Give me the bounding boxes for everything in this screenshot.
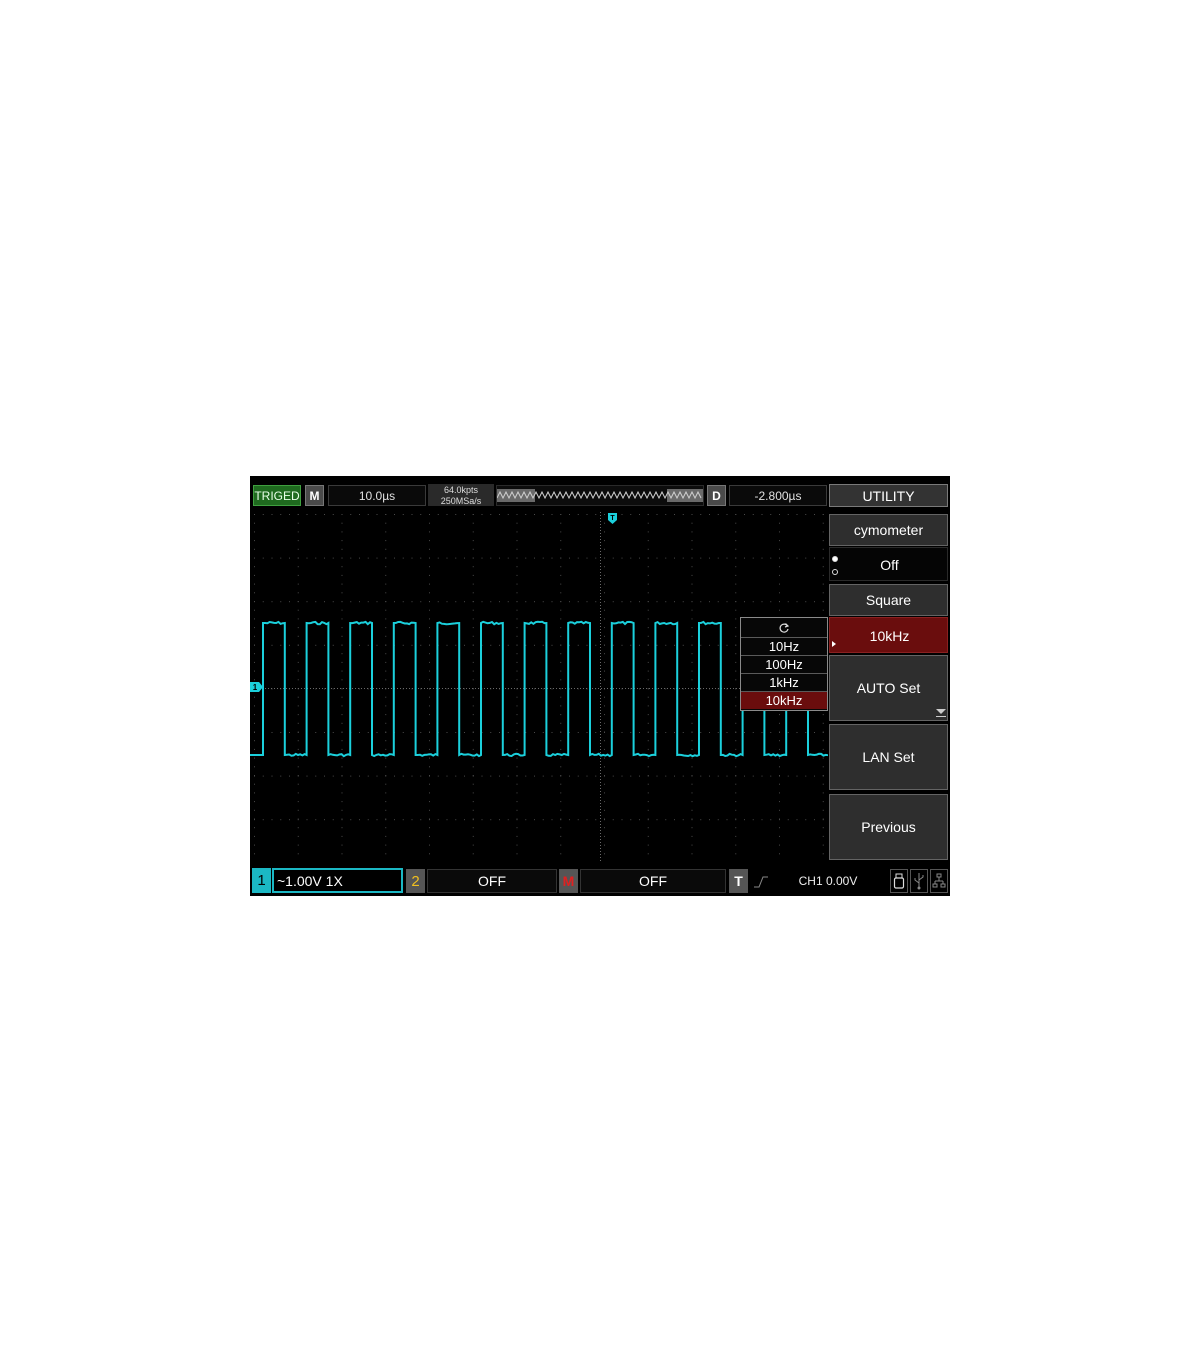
memory-overview-bar[interactable] — [496, 485, 704, 506]
math-button[interactable]: M — [559, 869, 578, 893]
rising-edge-icon — [754, 876, 768, 888]
menu-title: UTILITY — [829, 484, 948, 507]
channel-1-scale[interactable]: ~1.00V 1X — [272, 868, 403, 893]
dropdown-option-10hz[interactable]: 10Hz — [741, 637, 827, 655]
cymometer-value: Off — [880, 557, 899, 573]
lan-icon — [930, 869, 948, 893]
timebase-readout[interactable]: 10.0µs — [328, 485, 426, 506]
trigger-delay-readout[interactable]: -2.800µs — [729, 485, 827, 506]
previous-button[interactable]: Previous — [829, 794, 948, 860]
refresh-icon[interactable] — [741, 618, 827, 637]
channel-1-button[interactable]: 1 — [252, 868, 271, 893]
trigger-status-badge: TRIGED — [253, 485, 301, 506]
lan-set-button[interactable]: LAN Set — [829, 724, 948, 790]
math-value[interactable]: OFF — [580, 869, 726, 893]
overview-wave-icon — [497, 489, 703, 502]
auto-set-label: AUTO Set — [856, 680, 921, 696]
cymometer-value-button[interactable]: Off — [829, 547, 948, 581]
acquisition-mode-badge: M — [305, 485, 324, 506]
svg-text:T: T — [610, 515, 615, 522]
delay-badge: D — [707, 485, 726, 506]
trigger-level-readout[interactable]: CH1 0.00V — [770, 869, 886, 893]
dropdown-option-10khz[interactable]: 10kHz — [741, 691, 827, 709]
usb-icon — [910, 869, 928, 893]
memory-depth-readout: 64.0kpts — [428, 484, 494, 495]
trigger-position-marker[interactable]: T — [608, 513, 617, 524]
page-down-icon — [936, 709, 946, 714]
trigger-button[interactable]: T — [729, 869, 748, 893]
channel-2-button[interactable]: 2 — [406, 869, 425, 893]
wave-type-button[interactable]: Square — [829, 584, 948, 616]
graticule-grid — [254, 514, 824, 855]
oscilloscope-screen: TRIGED M 10.0µs 64.0kpts 250MSa/s D -2.8… — [250, 476, 950, 896]
cymometer-button[interactable]: cymometer — [829, 514, 948, 546]
frequency-value: 10kHz — [869, 628, 910, 644]
channel-1-level-marker[interactable]: 1 — [250, 682, 263, 692]
dropdown-option-1khz[interactable]: 1kHz — [741, 673, 827, 691]
channel-2-scale[interactable]: OFF — [427, 869, 557, 893]
frequency-dropdown[interactable]: 10Hz 100Hz 1kHz 10kHz — [740, 617, 828, 711]
page-down-underline — [936, 716, 946, 717]
auto-set-button[interactable]: AUTO Set — [829, 655, 948, 721]
svg-text:1: 1 — [253, 683, 258, 692]
sample-rate-readout: 250MSa/s — [428, 495, 494, 506]
frequency-button[interactable]: 10kHz — [829, 617, 948, 653]
usb-disk-icon — [890, 869, 908, 893]
dropdown-option-100hz[interactable]: 100Hz — [741, 655, 827, 673]
